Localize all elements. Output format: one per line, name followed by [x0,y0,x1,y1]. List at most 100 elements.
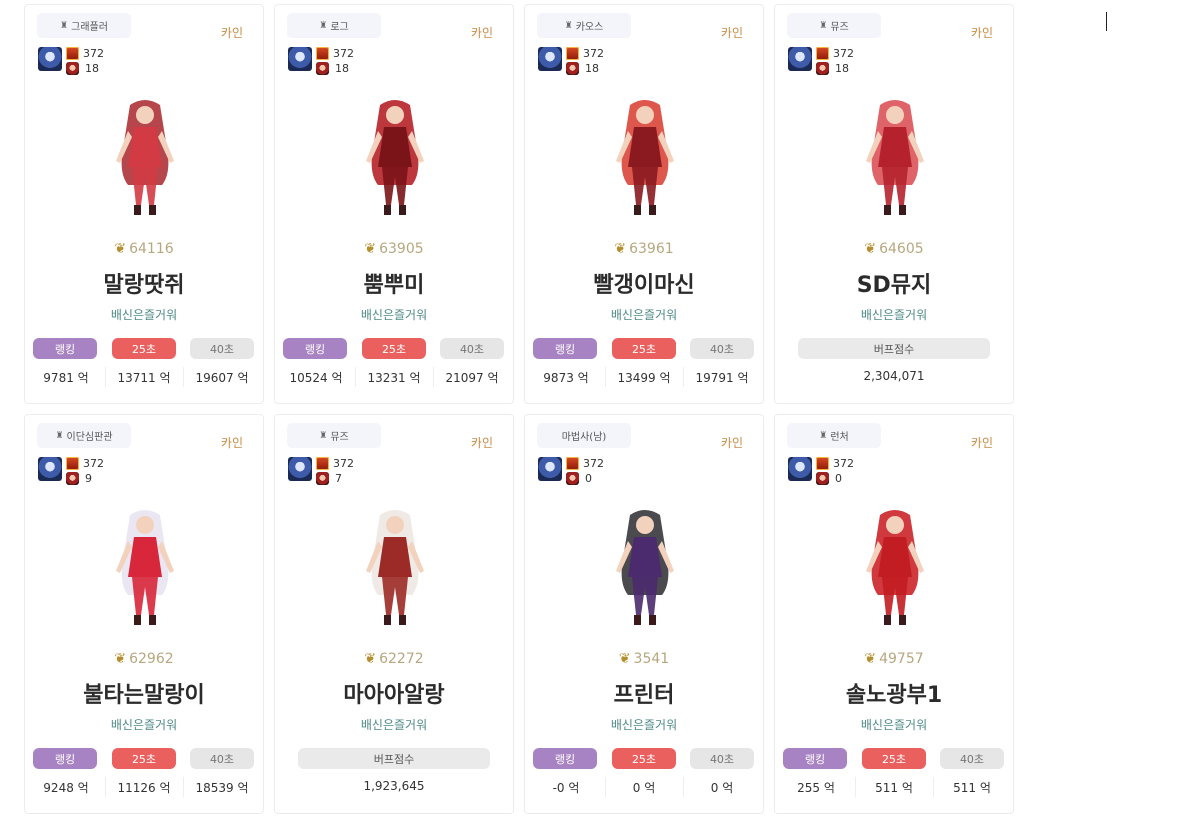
40-second-button[interactable]: 40초 [190,338,254,359]
25s-damage: 11126 억 [117,781,171,795]
character-name[interactable]: 프린터 [525,677,763,709]
ranking-button[interactable]: 랭킹 [33,338,97,359]
ranking-damage: -0 억 [552,781,580,795]
job-badge: ♜ 뮤즈 [787,13,881,38]
level-value: 372 [83,47,104,60]
laurel-icon: ❦ [864,241,877,257]
ranking-button[interactable]: 랭킹 [783,748,847,769]
job-badge: ♜ 런처 [787,423,881,448]
guild-name[interactable]: 배신은즐거워 [525,716,763,733]
laurel-icon: ❦ [618,651,631,667]
adventure-avatar-icon [788,47,812,71]
adventure-avatar-icon [288,47,312,71]
40s-damage: 19791 억 [695,371,749,385]
buff-score-button[interactable]: 버프점수 [298,748,490,769]
guild-name[interactable]: 배신은즐거워 [25,716,263,733]
level-icon [316,457,329,470]
server-label: 카인 [470,436,493,450]
40-second-button[interactable]: 40초 [190,748,254,769]
guild-name[interactable]: 배신은즐거워 [775,306,1013,323]
character-name[interactable]: 솔노광부1 [775,677,1013,709]
job-label: 뮤즈 [830,22,849,33]
level-value: 372 [583,47,604,60]
guild-name[interactable]: 배신은즐거워 [775,716,1013,733]
character-card-grid: ♜ 그래플러 카인 372 18 ❦ 64116 말랑땃쥐 배신은즐거워 랭킹 25… [24,4,1014,814]
guild-name[interactable]: 배신은즐거워 [525,306,763,323]
server-label: 카인 [720,26,743,40]
25s-damage: 0 억 [632,781,656,795]
job-badge: 마법사(남) [537,423,631,448]
fame-value: 49757 [879,651,924,667]
character-stats: 372 7 [288,455,368,489]
character-name[interactable]: 말랑땃쥐 [25,267,263,299]
25-second-button[interactable]: 25초 [612,748,676,769]
character-name[interactable]: 불타는말랑이 [25,677,263,709]
character-portrait [820,95,970,225]
adventure-avatar-icon [288,457,312,481]
character-name[interactable]: 뿜뿌미 [275,267,513,299]
fame-score: ❦ 63905 [275,241,513,257]
laurel-icon: ❦ [614,241,627,257]
character-card[interactable]: ♜ 뮤즈 카인 372 7 ❦ 62272 마아아알랑 배신은즐거워 버프점수 1,… [274,414,514,814]
character-name[interactable]: 마아아알랑 [275,677,513,709]
character-face-icon [316,472,329,485]
40s-damage: 21097 억 [445,371,499,385]
40-second-button[interactable]: 40초 [940,748,1004,769]
character-name[interactable]: 빨갱이마신 [525,267,763,299]
count-value: 18 [335,62,349,75]
guild-name[interactable]: 배신은즐거워 [25,306,263,323]
25-second-button[interactable]: 25초 [862,748,926,769]
25s-damage: 511 억 [875,781,913,795]
character-card[interactable]: 마법사(남) 카인 372 0 ❦ 3541 프린터 배신은즐거워 랭킹 25초 … [524,414,764,814]
guild-name[interactable]: 배신은즐거워 [275,716,513,733]
job-label: 이단심판관 [66,432,113,443]
ranking-button[interactable]: 랭킹 [533,338,597,359]
character-portrait [70,505,220,635]
40-second-button[interactable]: 40초 [690,748,754,769]
level-value: 372 [833,47,854,60]
character-card[interactable]: ♜ 뮤즈 카인 372 18 ❦ 64605 SD뮤지 배신은즐거워 버프점수 2,… [774,4,1014,404]
character-face-icon [566,472,579,485]
laurel-icon: ❦ [114,651,127,667]
guild-name[interactable]: 배신은즐거워 [275,306,513,323]
character-portrait [570,95,720,225]
buff-score-button[interactable]: 버프점수 [798,338,990,359]
adventure-avatar-icon [38,47,62,71]
ranking-damage: 10524 억 [289,371,343,385]
server-label: 카인 [470,26,493,40]
character-stats: 372 0 [788,455,868,489]
job-label: 뮤즈 [330,432,349,443]
character-face-icon [316,62,329,75]
25-second-button[interactable]: 25초 [362,338,426,359]
ranking-button[interactable]: 랭킹 [283,338,347,359]
character-card[interactable]: ♜ 그래플러 카인 372 18 ❦ 64116 말랑땃쥐 배신은즐거워 랭킹 25… [24,4,264,404]
character-portrait [70,95,220,225]
ranking-button[interactable]: 랭킹 [33,748,97,769]
level-icon [66,457,79,470]
level-icon [566,47,579,60]
level-icon [816,457,829,470]
fame-value: 62962 [129,651,174,667]
server-label: 카인 [970,436,993,450]
job-badge: ♜ 로그 [287,13,381,38]
character-card[interactable]: ♜ 로그 카인 372 18 ❦ 63905 뿜뿌미 배신은즐거워 랭킹 25초 4… [274,4,514,404]
character-name[interactable]: SD뮤지 [775,267,1013,299]
character-stats: 372 18 [288,45,368,79]
adventure-avatar-icon [788,457,812,481]
character-card[interactable]: ♜ 런처 카인 372 0 ❦ 49757 솔노광부1 배신은즐거워 랭킹 25초 … [774,414,1014,814]
character-card[interactable]: ♜ 카오스 카인 372 18 ❦ 63961 빨갱이마신 배신은즐거워 랭킹 25… [524,4,764,404]
laurel-icon: ❦ [864,651,877,667]
40-second-button[interactable]: 40초 [440,338,504,359]
count-value: 9 [85,472,92,485]
ranking-button[interactable]: 랭킹 [533,748,597,769]
fame-value: 63905 [379,241,424,257]
25-second-button[interactable]: 25초 [612,338,676,359]
job-icon: ♜ [819,20,828,31]
job-label: 로그 [330,22,349,33]
25-second-button[interactable]: 25초 [112,338,176,359]
server-label: 카인 [720,436,743,450]
level-icon [566,457,579,470]
character-card[interactable]: ♜ 이단심판관 카인 372 9 ❦ 62962 불타는말랑이 배신은즐거워 랭킹 … [24,414,264,814]
40-second-button[interactable]: 40초 [690,338,754,359]
25-second-button[interactable]: 25초 [112,748,176,769]
